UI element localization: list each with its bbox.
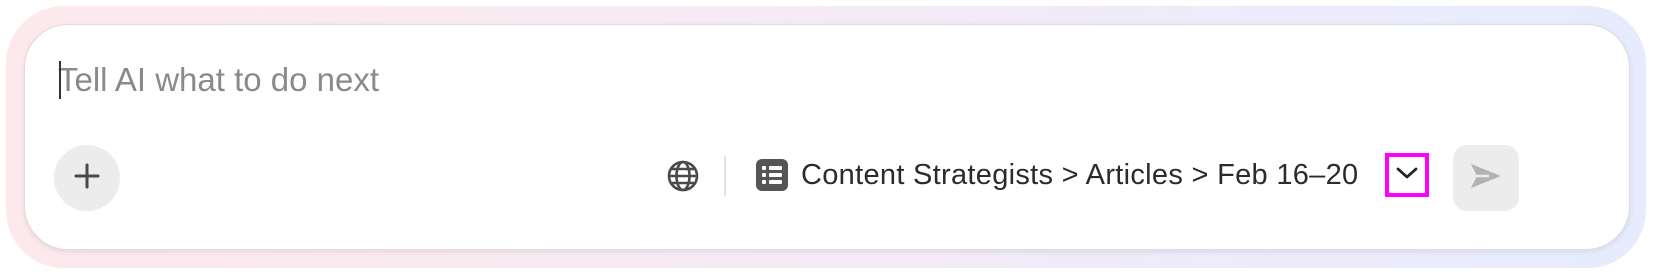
chevron-down-icon [1396, 166, 1418, 185]
add-attachment-button[interactable] [54, 145, 120, 211]
table-list-icon [755, 158, 789, 192]
prompt-composer: Content Strategists > Articles > Feb 16–… [24, 24, 1630, 250]
web-search-toggle[interactable] [663, 158, 703, 198]
context-selector[interactable]: Content Strategists > Articles > Feb 16–… [755, 153, 1358, 197]
globe-icon [666, 159, 700, 198]
send-button[interactable] [1453, 145, 1519, 211]
prompt-input[interactable] [58, 55, 1558, 105]
text-caret [59, 61, 61, 99]
plus-icon [73, 162, 101, 195]
toolbar-divider [724, 156, 726, 196]
context-dropdown-button[interactable] [1385, 153, 1429, 197]
send-icon [1469, 161, 1503, 196]
context-breadcrumb: Content Strategists > Articles > Feb 16–… [801, 158, 1359, 191]
